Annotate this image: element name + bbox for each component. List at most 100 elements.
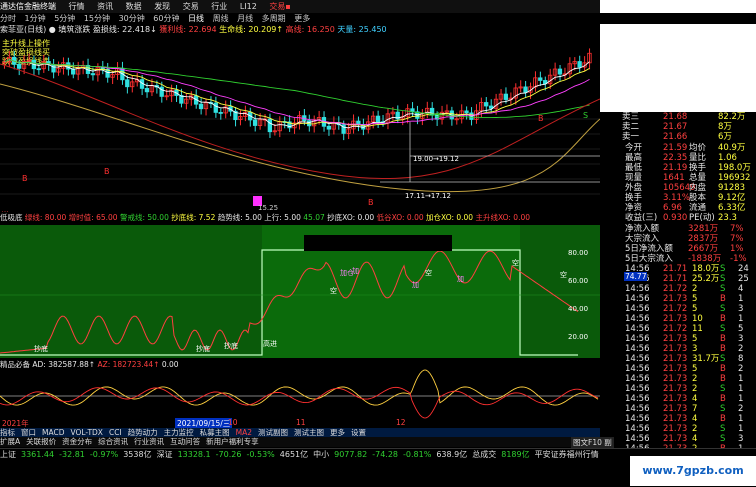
- indicator-tab[interactable]: VOL-TDX: [70, 428, 102, 437]
- ind1-item: 低谷XO: 0.00: [376, 213, 424, 222]
- indicator-tab[interactable]: 私募主图: [200, 428, 230, 437]
- tick-row-cell: B: [720, 374, 726, 384]
- tick-row-cell: S: [720, 324, 726, 334]
- stat-row-cell: 21.19: [663, 163, 688, 173]
- indicator-tab[interactable]: MACD: [42, 428, 64, 437]
- info-tab[interactable]: 关联报价: [26, 437, 56, 446]
- ticker-value: 上证: [0, 450, 16, 459]
- indicator-tab[interactable]: 指标: [0, 428, 15, 437]
- indicator-tab[interactable]: 测试主图: [294, 428, 324, 437]
- period-week[interactable]: 周线: [213, 13, 229, 24]
- period-multi[interactable]: 多周期: [262, 13, 286, 24]
- tick-row: 14:56 21.73 3 B 2: [600, 344, 756, 354]
- signal-tag: 一字: [428, 111, 442, 120]
- redaction-box: [304, 235, 452, 251]
- indicator-tab[interactable]: 窗口: [21, 428, 36, 437]
- tick-row-cell: 14:56: [625, 364, 650, 374]
- stat-row-cell: 总量: [689, 173, 707, 183]
- tick-row: 14:56 21.72 11 S 5: [600, 324, 756, 334]
- ticker-value: -0.53%: [246, 450, 275, 459]
- info-tab[interactable]: 新用户福利专享: [206, 437, 259, 446]
- period-month[interactable]: 月线: [237, 13, 253, 24]
- app-title: 通达信金融终端: [0, 2, 56, 11]
- tick-row-cell: 11: [692, 324, 703, 334]
- info-tab[interactable]: 综合资讯: [98, 437, 128, 446]
- flow-row-cell: -1838万: [688, 254, 722, 264]
- tick-row: 14:56 21.73 5 B 1: [600, 294, 756, 304]
- order-book-row-cell: 82.2万: [718, 112, 746, 122]
- candlestick-pane[interactable]: 索菲亚(日线) ● 填筑涨跌 盈损线: 22.418↓ 獲利线: 22.694 …: [0, 24, 600, 220]
- period-1m[interactable]: 1分钟: [25, 13, 46, 24]
- signal-tag: 加: [352, 266, 359, 275]
- tick-row-cell: 14:56: [625, 344, 650, 354]
- low-price-label: 15.25: [258, 204, 278, 210]
- info-tab[interactable]: 互动问答: [170, 437, 200, 446]
- period-5m[interactable]: 5分钟: [54, 13, 75, 24]
- menu-discover[interactable]: 发现: [154, 0, 170, 13]
- indicator-tab[interactable]: MA2: [236, 428, 252, 437]
- info-tab[interactable]: 行业资讯: [134, 437, 164, 446]
- order-book-row: 卖三 21.68 82.2万: [600, 112, 756, 122]
- buy-signal: B: [22, 174, 28, 183]
- trade-button[interactable]: 交易▪: [269, 0, 290, 13]
- stat-row-cell: 22.35: [663, 153, 688, 163]
- tick-row: 14:56 21.73 5 B 2: [600, 364, 756, 374]
- ind1-header: 低吸底 绿线: 80.00 增时值: 65.00 警戒线: 50.00 抄底线:…: [0, 212, 600, 224]
- ticker-value: 3538亿: [123, 450, 152, 459]
- stat-row-cell: PE(动): [689, 213, 715, 223]
- flow-row-cell: 净流入额: [625, 224, 660, 234]
- order-book-row-cell: 21.68: [663, 112, 688, 122]
- tick-row-cell: S: [720, 274, 726, 284]
- ind1-item: 上行: 5.00: [264, 213, 301, 222]
- candle-body: [218, 112, 223, 114]
- ind1-zone: [0, 225, 262, 358]
- order-book-row-cell: 21.66: [663, 132, 688, 142]
- flow-row-cell: 3281万: [688, 224, 719, 234]
- period-day[interactable]: 日线: [188, 13, 204, 24]
- menu-news[interactable]: 资讯: [97, 0, 113, 13]
- stat-row: 最高 22.35 量比 1.06: [600, 153, 756, 163]
- flow-row: 5日净流入额 2667万 1%: [600, 244, 756, 254]
- f10-button[interactable]: 图文F10 副: [571, 437, 614, 448]
- tick-row-cell: 14:56: [625, 384, 650, 394]
- stat-row-cell: 198.0万: [718, 163, 751, 173]
- period-15m[interactable]: 15分钟: [84, 13, 110, 24]
- info-tab[interactable]: 扩展A: [0, 437, 20, 446]
- tick-row-cell: 14:56: [625, 374, 650, 384]
- indicator-pane-1[interactable]: 抄底 抄底 抄底 高进 加仓加空加空加空空 80.00 60.00 40.00 20.00: [0, 225, 600, 358]
- tick-row: 14:56 21.73 4 B 1: [600, 394, 756, 404]
- indicator-tab[interactable]: 测试副图: [258, 428, 288, 437]
- info-tab[interactable]: 资金分布: [62, 437, 92, 446]
- menu-industry[interactable]: 行业: [211, 0, 227, 13]
- stat-row-cell: 股本: [689, 193, 707, 203]
- flow-row-cell: 2837万: [688, 234, 719, 244]
- period-tick[interactable]: 分时: [0, 13, 16, 24]
- tick-row-cell: S: [720, 404, 726, 414]
- menu-li12[interactable]: LI12: [240, 0, 257, 13]
- stat-row-cell: 0.930: [663, 213, 688, 223]
- candle-body: [90, 73, 96, 76]
- tick-row-cell: S: [720, 384, 726, 394]
- tick-row-cell: B: [720, 344, 726, 354]
- tick-row: 14:56 21.73 2 B 1: [600, 374, 756, 384]
- menu-trade[interactable]: 交易: [183, 0, 199, 13]
- period-60m[interactable]: 60分钟: [153, 13, 179, 24]
- indicator-tab[interactable]: 趋势动力: [128, 428, 158, 437]
- indicator-tab[interactable]: CCI: [109, 428, 122, 437]
- menu-quote[interactable]: 行情: [69, 0, 85, 13]
- flow-row: 5日大宗流入 -1838万 -1%: [600, 254, 756, 264]
- indicator-tab[interactable]: 设置: [351, 428, 366, 437]
- stat-row-cell: 1.06: [718, 153, 737, 163]
- ticker-value: -74.28: [372, 450, 399, 459]
- stat-row-cell: 3.11%: [663, 193, 691, 203]
- indicator-tab[interactable]: 更多: [330, 428, 345, 437]
- period-30m[interactable]: 30分钟: [119, 13, 145, 24]
- menu-data[interactable]: 数据: [126, 0, 142, 13]
- indicator-tab[interactable]: 主力监控: [164, 428, 194, 437]
- indicator-pane-2[interactable]: 精品必备 AD: 382587.88↑ AZ: 182723.44↑ 0.00: [0, 360, 600, 420]
- stat-row-cell: 23.3: [718, 213, 737, 223]
- period-more[interactable]: 更多: [294, 13, 310, 24]
- candle-body: [523, 86, 528, 93]
- tick-row-cell: 21.72: [663, 304, 688, 314]
- flow-row: 大宗流入 2837万 7%: [600, 234, 756, 244]
